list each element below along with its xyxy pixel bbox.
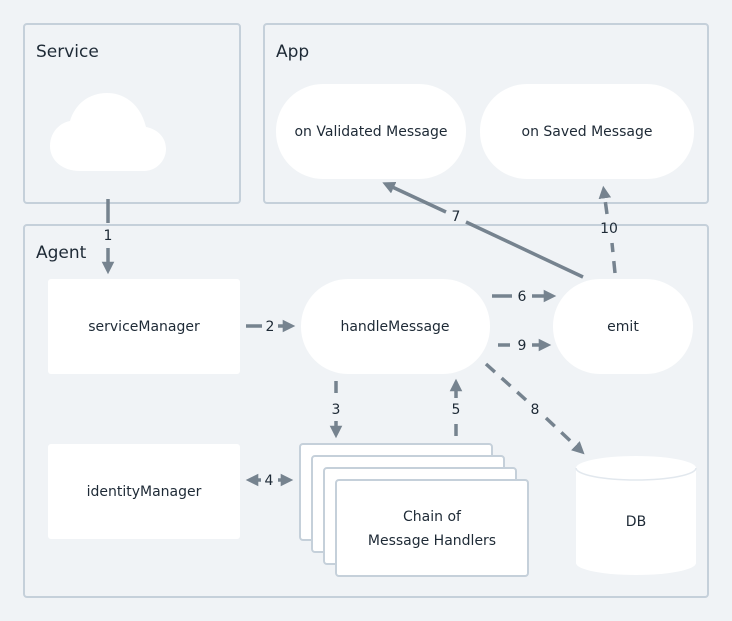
chain-of-message-handlers-node[interactable]: Chain of Message Handlers	[299, 443, 529, 577]
app-title: App	[276, 42, 309, 62]
agent-title: Agent	[36, 243, 87, 263]
edge-1-label: 1	[104, 228, 113, 244]
edge-9-label: 9	[518, 338, 527, 354]
db-node[interactable]: DB	[575, 456, 697, 575]
emit-node[interactable]: emit	[553, 279, 693, 374]
service-manager-label: serviceManager	[88, 319, 200, 335]
identity-manager-label: identityManager	[87, 484, 202, 500]
chain-label-line1: Chain of	[403, 509, 462, 525]
chain-label-line2: Message Handlers	[368, 533, 496, 549]
edge-3-label: 3	[332, 402, 341, 418]
emit-label: emit	[607, 319, 639, 335]
handle-message-node[interactable]: handleMessage	[301, 279, 490, 374]
identity-manager-node[interactable]: identityManager	[48, 444, 240, 539]
edge-2-label: 2	[266, 319, 275, 335]
architecture-diagram: Service App Agent on Validated Message o…	[23, 23, 709, 598]
db-label: DB	[626, 514, 646, 530]
edge-8-label: 8	[531, 402, 540, 418]
service-group: Service	[23, 23, 241, 204]
on-saved-message-label: on Saved Message	[522, 124, 653, 140]
on-validated-message-node[interactable]: on Validated Message	[276, 84, 466, 179]
edge-5-label: 5	[452, 402, 461, 418]
handle-message-label: handleMessage	[340, 319, 449, 335]
service-manager-node[interactable]: serviceManager	[48, 279, 240, 374]
edge-6-label: 6	[518, 289, 527, 305]
edge-7-label: 7	[452, 209, 461, 225]
on-validated-message-label: on Validated Message	[294, 124, 447, 140]
edge-4-label: 4	[265, 473, 274, 489]
on-saved-message-node[interactable]: on Saved Message	[480, 84, 694, 179]
service-title: Service	[36, 42, 99, 62]
edge-10-label: 10	[600, 221, 618, 237]
